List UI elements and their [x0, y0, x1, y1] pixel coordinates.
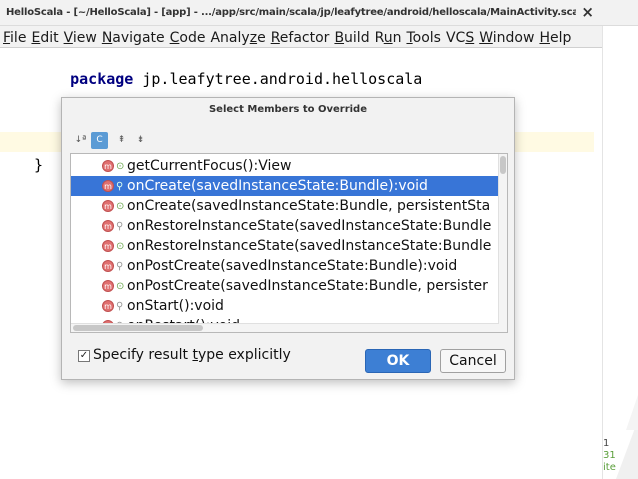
expand-all-icon[interactable]: ⇞	[113, 132, 130, 149]
protected-visibility-icon: ⚲	[116, 261, 124, 272]
method-icon: m	[102, 160, 114, 172]
member-row[interactable]: m ⊙ onCreate(savedInstanceState:Bundle, pe…	[71, 196, 499, 216]
member-row[interactable]: m ⊙ onPostCreate(savedInstanceState:Bundle…	[71, 276, 499, 296]
menu-item-mnemonic: H	[539, 30, 550, 46]
sort-icon[interactable]: ↓ª	[72, 132, 89, 149]
menu-item[interactable]: Refactor	[268, 26, 332, 48]
horizontal-scroll-thumb[interactable]	[73, 325, 203, 331]
menu-item[interactable]: Edit	[28, 26, 60, 48]
member-row[interactable]: m ⊙ getCurrentFocus():View	[71, 156, 499, 176]
menu-item-prefix: R	[374, 30, 384, 46]
close-icon[interactable]: ×	[581, 3, 594, 21]
member-label: onPostCreate(savedInstanceState:Bundle, …	[127, 278, 488, 294]
member-row[interactable]: m ⚲ onCreate(savedInstanceState:Bundle):vo…	[71, 176, 499, 196]
public-visibility-icon: ⊙	[116, 281, 125, 292]
background-logo-fragment	[616, 395, 638, 479]
member-row[interactable]: m ⊙ onRestoreInstanceState(savedInstanceSt…	[71, 236, 499, 256]
member-row[interactable]: m ⚲ onPostCreate(savedInstanceState:Bundle…	[71, 256, 499, 276]
menu-item-rest: dit	[40, 30, 59, 46]
package-keyword: package	[70, 70, 134, 88]
menu-item-mnemonic: u	[383, 30, 393, 46]
menu-bar: File Edit View Navigate Code Analyze Refactor B…	[0, 26, 602, 48]
method-icon: m	[102, 280, 114, 292]
method-icon: m	[102, 260, 114, 272]
menu-item-rest: uild	[344, 30, 370, 46]
menu-item-mnemonic: E	[31, 30, 41, 46]
menu-item-prefix: Analy	[210, 30, 250, 46]
ok-button[interactable]: OK	[365, 349, 431, 373]
menu-item[interactable]: Build	[331, 26, 371, 48]
select-members-dialog: Select Members to Override ↓ª C ⇞ ⇟ m ⚲ on…	[61, 97, 515, 380]
member-row[interactable]: m ⚲ onRestoreInstanceState(savedInstanceSt…	[71, 216, 499, 236]
menu-item[interactable]: Help	[536, 26, 573, 48]
method-icon: m	[102, 180, 114, 192]
window-titlebar: HelloScala - [~/HelloScala] - [app] - ..…	[0, 0, 638, 26]
menu-item-rest: avigate	[112, 30, 165, 46]
menu-item[interactable]: Window	[476, 26, 536, 48]
protected-visibility-icon: ⚲	[116, 221, 124, 232]
menu-item-rest: ode	[179, 30, 206, 46]
member-label: onStart():void	[127, 298, 224, 314]
public-visibility-icon: ⊙	[116, 201, 125, 212]
menu-item-mnemonic: N	[101, 30, 113, 46]
menu-item[interactable]: Navigate	[99, 26, 167, 48]
menu-item-mnemonic: V	[63, 30, 73, 46]
menu-item[interactable]: Tools	[403, 26, 443, 48]
menu-item-rest: ile	[10, 30, 27, 46]
method-icon: m	[102, 300, 114, 312]
package-name: jp.leafytree.android.helloscala	[133, 70, 423, 88]
menu-item-rest: ools	[412, 30, 441, 46]
vertical-scroll-thumb[interactable]	[500, 156, 506, 174]
menu-item[interactable]: Run	[372, 26, 404, 48]
menu-item-rest: e	[257, 30, 266, 46]
protected-visibility-icon: ⚲	[116, 301, 124, 312]
method-icon: m	[102, 240, 114, 252]
member-label: getCurrentFocus():View	[127, 158, 292, 174]
member-label: onRestoreInstanceState(savedInstanceStat…	[127, 238, 492, 254]
dialog-title: Select Members to Override	[208, 104, 367, 115]
menu-item-mnemonic: B	[334, 30, 345, 46]
menu-item-rest: efactor	[279, 30, 330, 46]
cancel-button[interactable]: Cancel	[440, 349, 506, 373]
menu-item[interactable]: File	[0, 26, 28, 48]
member-label: onCreate(savedInstanceState:Bundle):void	[127, 178, 428, 194]
menu-item-prefix: VC	[445, 30, 466, 46]
menu-item-rest: elp	[549, 30, 572, 46]
menu-item-rest: iew	[72, 30, 97, 46]
public-visibility-icon: ⊙	[116, 161, 125, 172]
menu-item[interactable]: Analyze	[207, 26, 267, 48]
vertical-scrollbar[interactable]	[498, 154, 507, 332]
menu-item-mnemonic: W	[479, 30, 493, 46]
menu-item-mnemonic: F	[3, 30, 11, 46]
member-row[interactable]: m ⚲ onStart():void	[71, 296, 499, 316]
menu-item-mnemonic: z	[249, 30, 258, 46]
member-label: onCreate(savedInstanceState:Bundle, pers…	[127, 198, 491, 214]
menu-item[interactable]: VCS	[443, 26, 476, 48]
menu-item-rest: indow	[492, 30, 535, 46]
menu-item[interactable]: View	[61, 26, 99, 48]
checkbox-label-pre: Specify result	[93, 347, 193, 363]
member-label: onRestoreInstanceState(savedInstanceStat…	[127, 218, 492, 234]
protected-visibility-icon: ⚲	[116, 181, 124, 192]
code-line-brace: }	[34, 156, 44, 174]
method-icon: m	[102, 220, 114, 232]
public-visibility-icon: ⊙	[116, 241, 125, 252]
menu-item-mnemonic: C	[169, 30, 180, 46]
window-title: HelloScala - [~/HelloScala] - [app] - ..…	[6, 7, 576, 18]
specify-result-type-checkbox[interactable]: ✓	[78, 350, 90, 362]
menu-item-mnemonic: S	[465, 30, 475, 46]
checkbox-label-post: ype explicitly	[197, 347, 291, 363]
member-label: onPostCreate(savedInstanceState:Bundle):…	[127, 258, 458, 274]
menu-item-rest: n	[392, 30, 402, 46]
horizontal-scrollbar[interactable]	[71, 323, 499, 332]
collapse-all-icon[interactable]: ⇟	[132, 132, 149, 149]
show-classes-icon[interactable]: C	[91, 132, 108, 149]
specify-result-type-label[interactable]: Specify result type explicitly	[93, 347, 291, 363]
method-icon: m	[102, 200, 114, 212]
menu-item-mnemonic: R	[270, 30, 280, 46]
menu-item[interactable]: Code	[167, 26, 208, 48]
members-list[interactable]: m⚲onRestart():voidm⚲onStart():voidm⊙onPo…	[70, 153, 508, 333]
